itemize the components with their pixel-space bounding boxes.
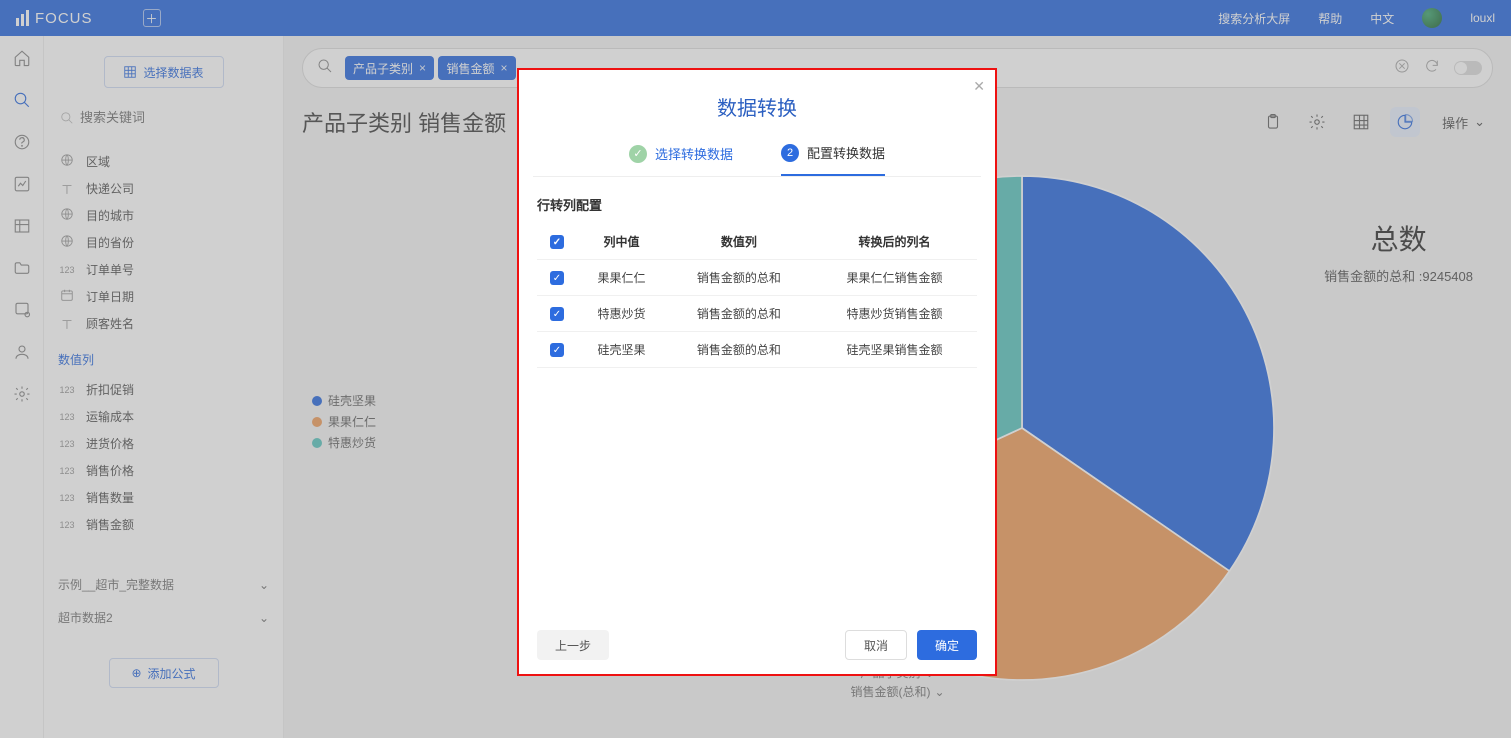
step-1[interactable]: ✓ 选择转换数据 bbox=[629, 143, 733, 176]
modal-title: 数据转换 bbox=[519, 70, 995, 135]
th-col: 列中值 bbox=[577, 224, 666, 260]
cell-col: 果果仁仁 bbox=[577, 260, 666, 296]
modal-steps: ✓ 选择转换数据 2 配置转换数据 bbox=[519, 135, 995, 176]
cell-val: 销售金额的总和 bbox=[666, 296, 812, 332]
step-2-number: 2 bbox=[781, 144, 799, 162]
cell-out: 特惠炒货销售金额 bbox=[812, 296, 977, 332]
th-val: 数值列 bbox=[666, 224, 812, 260]
table-row: ✓ 特惠炒货 销售金额的总和 特惠炒货销售金额 bbox=[537, 296, 977, 332]
table-row: ✓ 硅壳坚果 销售金额的总和 硅壳坚果销售金额 bbox=[537, 332, 977, 368]
step-2-label: 配置转换数据 bbox=[807, 143, 885, 162]
row-checkbox[interactable]: ✓ bbox=[550, 307, 564, 321]
cell-out: 果果仁仁销售金额 bbox=[812, 260, 977, 296]
config-table: ✓ 列中值 数值列 转换后的列名 ✓ 果果仁仁 销售金额的总和 果果仁仁销售金额… bbox=[537, 224, 977, 368]
modal-footer: 上一步 取消 确定 bbox=[519, 616, 995, 674]
step-2[interactable]: 2 配置转换数据 bbox=[781, 143, 885, 176]
close-icon[interactable]: ✕ bbox=[973, 78, 985, 95]
modal-highlight-border: ✕ 数据转换 ✓ 选择转换数据 2 配置转换数据 行转列配置 ✓ 列中值 数值列… bbox=[517, 68, 997, 676]
config-section-title: 行转列配置 bbox=[519, 177, 995, 224]
check-icon: ✓ bbox=[629, 145, 647, 163]
cell-col: 硅壳坚果 bbox=[577, 332, 666, 368]
checkbox-all[interactable]: ✓ bbox=[550, 235, 564, 249]
data-transform-modal: ✕ 数据转换 ✓ 选择转换数据 2 配置转换数据 行转列配置 ✓ 列中值 数值列… bbox=[519, 70, 995, 674]
cell-val: 销售金额的总和 bbox=[666, 332, 812, 368]
cell-col: 特惠炒货 bbox=[577, 296, 666, 332]
row-checkbox[interactable]: ✓ bbox=[550, 343, 564, 357]
cell-out: 硅壳坚果销售金额 bbox=[812, 332, 977, 368]
prev-button[interactable]: 上一步 bbox=[537, 630, 609, 660]
th-out: 转换后的列名 bbox=[812, 224, 977, 260]
step-1-label: 选择转换数据 bbox=[655, 144, 733, 163]
cancel-button[interactable]: 取消 bbox=[845, 630, 907, 660]
ok-button[interactable]: 确定 bbox=[917, 630, 977, 660]
row-checkbox[interactable]: ✓ bbox=[550, 271, 564, 285]
table-row: ✓ 果果仁仁 销售金额的总和 果果仁仁销售金额 bbox=[537, 260, 977, 296]
cell-val: 销售金额的总和 bbox=[666, 260, 812, 296]
